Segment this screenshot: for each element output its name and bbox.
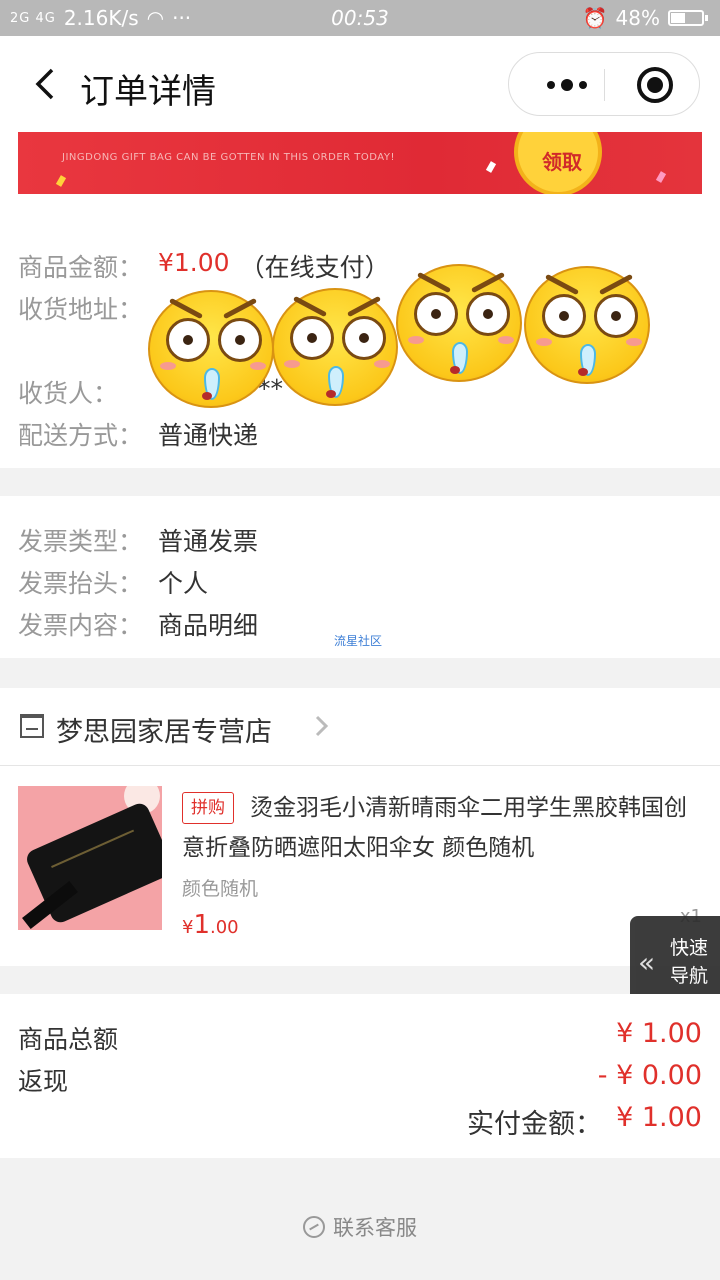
- product-item[interactable]: 烫金羽毛小清新晴雨伞二用学生黑胶韩国创意折叠防晒遮阳太阳伞女 颜色随机 拼购 颜…: [0, 766, 720, 966]
- banner-section: JINGDONG GIFT BAG CAN BE GOTTEN IN THIS …: [0, 132, 720, 222]
- product-price: ¥1.00: [182, 910, 239, 940]
- invoice-type-value: 普通发票: [158, 527, 259, 556]
- receiver-label: 收货人：: [18, 379, 119, 408]
- crying-emoji-sticker: [396, 264, 522, 382]
- address-label: 收货地址：: [18, 295, 144, 324]
- crying-emoji-sticker: [148, 290, 274, 408]
- group-buy-tag: 拼购: [182, 792, 234, 824]
- paid-amount-value: ¥ 1.00: [616, 1102, 702, 1133]
- close-mini-program-button[interactable]: [637, 67, 673, 103]
- claim-label: 领取: [542, 150, 582, 174]
- invoice-title-label: 发票抬头：: [18, 569, 144, 598]
- shipping-row: 配送方式： 普通快递: [18, 416, 258, 452]
- amount-note: （在线支付）: [239, 253, 390, 282]
- battery-icon: [668, 10, 708, 26]
- product-image[interactable]: [18, 786, 162, 930]
- shipping-value: 普通快递: [158, 421, 259, 450]
- contact-service-label: 联系客服: [333, 1216, 417, 1240]
- dot-icon: [579, 81, 587, 89]
- confetti-icon: [655, 171, 667, 183]
- crying-emoji-sticker: [524, 266, 650, 384]
- status-bar: 2G 4G 2.16K/s ◠ ··· 00:53 ⏰ 48%: [0, 0, 720, 36]
- back-button[interactable]: [26, 64, 66, 104]
- watermark-text: 流星社区: [334, 634, 383, 648]
- gift-banner[interactable]: JINGDONG GIFT BAG CAN BE GOTTEN IN THIS …: [18, 132, 702, 194]
- dot-icon: [561, 79, 573, 91]
- chevron-right-icon: [315, 715, 329, 737]
- mini-program-capsule: [508, 52, 700, 116]
- shop-header[interactable]: 梦思园家居专营店: [0, 688, 720, 766]
- nav-bar: 订单详情: [0, 36, 720, 132]
- product-title: 烫金羽毛小清新晴雨伞二用学生黑胶韩国创意折叠防晒遮阳太阳伞女 颜色随机: [182, 795, 687, 861]
- invoice-type-row: 发票类型： 普通发票: [18, 522, 258, 558]
- amount-row: 商品金额： ¥1.00 （在线支付）: [18, 248, 390, 284]
- totals-section: 商品总额 ¥ 1.00 返现 - ¥ 0.00 实付金额： ¥ 1.00: [0, 994, 720, 1158]
- shipping-label: 配送方式：: [18, 421, 144, 450]
- crying-emoji-sticker: [272, 288, 398, 406]
- price-decimal: .00: [210, 917, 239, 938]
- confetti-icon: [55, 175, 67, 187]
- amount-value: ¥1.00: [158, 248, 230, 277]
- customer-service-icon: [303, 1216, 325, 1238]
- address-row: 收货地址：: [18, 290, 158, 326]
- banner-subtitle: JINGDONG GIFT BAG CAN BE GOTTEN IN THIS …: [62, 152, 395, 163]
- amount-label: 商品金额：: [18, 253, 144, 282]
- price-integer: 1: [193, 910, 210, 940]
- double-chevron-left-icon: «: [638, 946, 656, 979]
- invoice-content-label: 发票内容：: [18, 611, 144, 640]
- price-symbol: ¥: [182, 917, 194, 938]
- shop-name: 梦思园家居专营店: [56, 717, 272, 748]
- store-icon: [20, 714, 44, 738]
- alarm-icon: ⏰: [582, 6, 608, 30]
- product-spec: 颜色随机: [182, 878, 259, 900]
- contact-service-button[interactable]: 联系客服: [0, 1212, 720, 1242]
- dot-icon: [547, 81, 555, 89]
- invoice-title-value: 个人: [158, 569, 209, 598]
- quick-nav-label: 快速 导航: [670, 934, 708, 990]
- more-menu-button[interactable]: [529, 53, 605, 117]
- quick-nav-line1: 快速: [670, 937, 709, 959]
- claim-badge[interactable]: 领取: [514, 132, 602, 194]
- cashback-label: 返现: [18, 1067, 69, 1096]
- goods-total-label: 商品总额: [18, 1025, 119, 1054]
- quick-nav-button[interactable]: « 快速 导航: [630, 916, 720, 1006]
- goods-total-value: ¥ 1.00: [616, 1018, 702, 1049]
- invoice-content-row: 发票内容： 商品明细: [18, 606, 258, 642]
- quick-nav-line2: 导航: [670, 965, 709, 987]
- invoice-content-value: 商品明细: [158, 611, 259, 640]
- chevron-left-icon: [35, 68, 54, 100]
- page-title: 订单详情: [80, 72, 216, 112]
- battery-percent: 48%: [615, 6, 660, 30]
- order-info-section: 商品金额： ¥1.00 （在线支付） 收货地址： 收货人： ** 配送方式： 普…: [0, 222, 720, 468]
- invoice-type-label: 发票类型：: [18, 527, 144, 556]
- cashback-value: - ¥ 0.00: [597, 1060, 702, 1091]
- invoice-title-row: 发票抬头： 个人: [18, 564, 208, 600]
- confetti-icon: [485, 161, 497, 173]
- paid-amount-label: 实付金额：: [467, 1109, 602, 1140]
- capsule-divider: [604, 69, 605, 101]
